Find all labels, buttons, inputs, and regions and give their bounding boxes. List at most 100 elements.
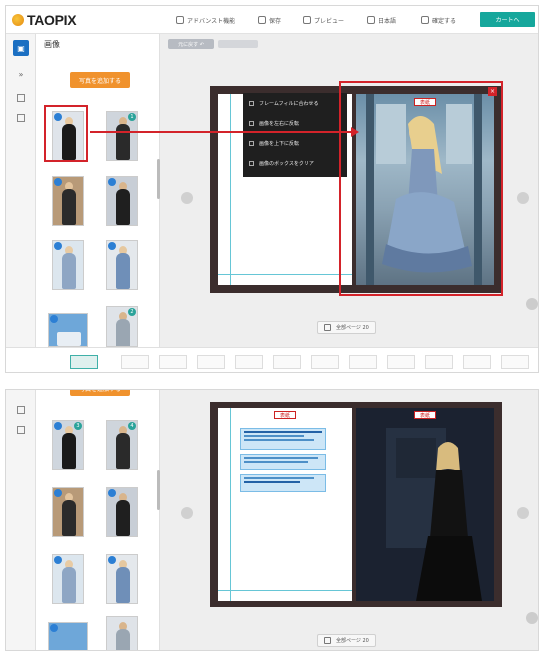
menu-item-clear[interactable]: 画像のボックスをクリア — [249, 160, 314, 167]
text-icon[interactable] — [17, 426, 25, 434]
logo-icon — [12, 14, 24, 26]
add-photos-button[interactable]: 写真を追加する — [70, 72, 130, 88]
collapse-button[interactable]: » — [13, 66, 29, 82]
photo-thumb[interactable]: 2 — [106, 306, 138, 347]
add-photos-button[interactable]: 写真を追加する — [70, 390, 130, 396]
user-icon — [421, 16, 429, 24]
menu-advanced[interactable]: アドバンスト機能 — [176, 6, 235, 34]
page-tag: 表紙 — [414, 411, 436, 419]
photo-thumb[interactable] — [52, 176, 84, 226]
favorite-icon — [54, 242, 62, 250]
save-icon — [258, 16, 266, 24]
photo-thumb[interactable] — [106, 616, 138, 650]
menu-item-fit[interactable]: フレームフィルに合わせる — [249, 100, 318, 107]
help-icon[interactable] — [526, 298, 538, 310]
favorite-icon — [54, 556, 62, 564]
photo-thumb[interactable] — [106, 487, 138, 537]
photo-thumb[interactable] — [106, 176, 138, 226]
film-page[interactable] — [235, 355, 263, 369]
text-box[interactable] — [240, 454, 326, 470]
next-page-button[interactable] — [517, 507, 529, 519]
scrollbar[interactable] — [157, 159, 160, 199]
edit-icon — [176, 16, 184, 24]
film-page[interactable] — [387, 355, 415, 369]
film-page[interactable] — [159, 355, 187, 369]
film-page[interactable] — [273, 355, 301, 369]
photo-thumb[interactable]: 1 — [106, 111, 138, 161]
favorite-icon — [54, 489, 62, 497]
highlight-source-thumb — [44, 105, 88, 162]
page-filmstrip — [6, 347, 538, 372]
menu-item-flip-horizontal[interactable]: 画像を左右に反転 — [249, 120, 299, 127]
order-button[interactable]: カートへ — [480, 12, 535, 27]
menu-confirm[interactable]: 確定する — [421, 6, 456, 34]
scrollbar[interactable] — [157, 470, 160, 510]
film-page[interactable] — [121, 355, 149, 369]
film-page[interactable] — [501, 355, 529, 369]
photo-thumb[interactable] — [106, 240, 138, 290]
favorite-icon — [108, 556, 116, 564]
photo-image — [356, 408, 494, 601]
prev-page-button[interactable] — [181, 192, 193, 204]
pages-icon — [324, 324, 331, 331]
photo-thumb[interactable] — [52, 487, 84, 537]
panel-title: 画像 — [44, 40, 60, 49]
left-page[interactable]: 表紙 — [218, 408, 352, 601]
context-menu: フレームフィルに合わせる 画像を左右に反転 画像を上下に反転 画像のボックスをク… — [243, 93, 347, 177]
highlight-target-page — [339, 81, 503, 296]
favorite-icon — [50, 315, 58, 323]
photo-thumb[interactable] — [48, 622, 88, 650]
next-page-button[interactable] — [517, 192, 529, 204]
photos-tab[interactable]: ▣ — [13, 40, 29, 56]
help-icon[interactable] — [526, 612, 538, 624]
film-page[interactable] — [311, 355, 339, 369]
prev-page-button[interactable] — [181, 507, 193, 519]
chevron-right-icon: » — [18, 69, 24, 79]
text-box[interactable] — [240, 474, 326, 492]
photo-thumb[interactable]: 3 — [52, 420, 84, 470]
clear-icon — [249, 161, 254, 166]
usage-count-badge: 4 — [128, 422, 136, 430]
photo-panel: 写真を追加する 3 4 — [36, 390, 160, 650]
close-icon[interactable]: × — [488, 87, 497, 96]
favorite-icon — [54, 178, 62, 186]
page-tag: 表紙 — [274, 411, 296, 419]
editor-screenshot-bottom: 写真を追加する 3 4 表紙 表紙 全部ページ 20 — [5, 389, 539, 651]
film-page[interactable] — [425, 355, 453, 369]
layout-icon[interactable] — [17, 406, 25, 414]
text-box[interactable] — [240, 428, 326, 450]
flip-vertical-icon — [249, 141, 254, 146]
photo-thumb[interactable] — [106, 554, 138, 604]
pages-icon — [324, 637, 331, 644]
favorite-icon — [50, 624, 58, 632]
film-page[interactable] — [70, 355, 98, 369]
right-page-photo[interactable]: 表紙 — [356, 408, 494, 601]
menu-language[interactable]: 日本語 — [367, 6, 396, 34]
menu-preview[interactable]: プレビュー — [303, 6, 344, 34]
menu-save[interactable]: 保存 — [258, 6, 281, 34]
drag-arrow — [90, 131, 353, 133]
fit-icon — [249, 101, 254, 106]
page-indicator[interactable]: 全部ページ 20 — [317, 321, 376, 334]
page-spread: 表紙 表紙 — [210, 402, 502, 607]
language-icon — [367, 16, 375, 24]
redo-button[interactable] — [218, 40, 258, 48]
photo-thumb[interactable]: 4 — [106, 420, 138, 470]
favorite-icon — [108, 178, 116, 186]
film-page[interactable] — [197, 355, 225, 369]
photo-thumb[interactable] — [48, 313, 88, 347]
page-indicator[interactable]: 全部ページ 20 — [317, 634, 376, 647]
menu-item-flip-vertical[interactable]: 画像を上下に反転 — [249, 140, 299, 147]
text-icon[interactable] — [17, 114, 25, 122]
photo-thumb[interactable] — [52, 240, 84, 290]
layout-icon[interactable] — [17, 94, 25, 102]
favorite-icon — [108, 489, 116, 497]
left-rail — [6, 390, 36, 650]
photo-thumb[interactable] — [52, 554, 84, 604]
film-page[interactable] — [463, 355, 491, 369]
logo-text: TAOPIX — [27, 12, 77, 28]
film-page[interactable] — [349, 355, 377, 369]
usage-count-badge: 2 — [128, 308, 136, 316]
undo-button[interactable]: 元に戻す ↶ — [168, 39, 214, 49]
left-rail: ▣ » — [6, 34, 36, 347]
